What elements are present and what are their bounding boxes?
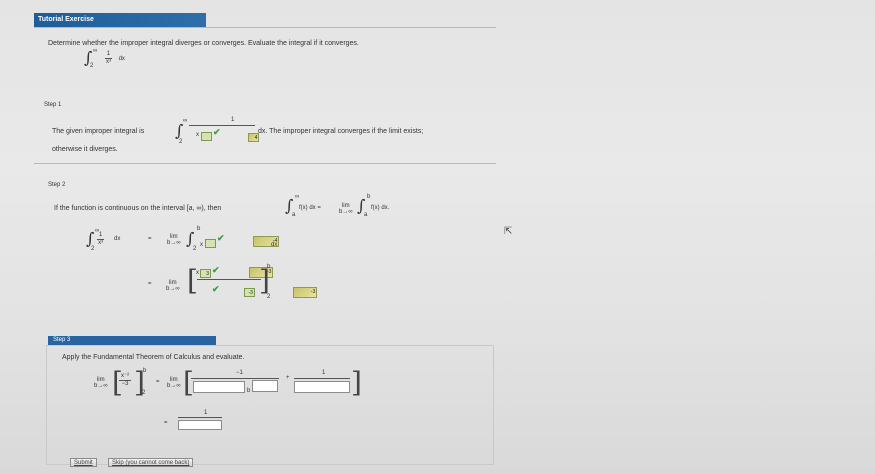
exercise-title-bar: Tutorial Exercise — [34, 13, 206, 27]
check-icon: ✔ — [212, 284, 220, 294]
step1-text-before: The given improper integral is — [52, 128, 145, 135]
final-answer-input[interactable] — [178, 420, 222, 430]
fraction-bar — [197, 279, 261, 280]
denominator-input-3[interactable] — [294, 381, 350, 393]
title-divider — [34, 27, 496, 28]
denominator-input-2[interactable] — [252, 380, 278, 392]
step1-text-line2: otherwise it diverges. — [52, 146, 118, 153]
step2-row1: ∫ ∞ 2 1 x³ dx = lim b→∞ ∫ b 2 x ✔ -4 dx — [86, 226, 280, 252]
check-icon: ✔ — [217, 233, 225, 243]
step2-definition: ∫ ∞ a f(x) dx = lim b→∞ ∫ b a f(x) dx. — [285, 194, 390, 218]
step1-integral: ∫ ∞ 2 1 x ✔ 4 — [175, 117, 260, 145]
step3-tab: Step 3 — [48, 336, 216, 345]
top-left-box[interactable]: 3 — [200, 269, 211, 279]
question-prompt: Determine whether the improper integral … — [48, 40, 359, 47]
exercise-title: Tutorial Exercise — [38, 16, 94, 23]
right-bracket: ] — [259, 264, 270, 297]
step3-instruction: Apply the Fundamental Theorem of Calculu… — [62, 354, 245, 361]
step3-final: = 1 — [164, 410, 234, 430]
fraction-bar — [178, 417, 222, 418]
integral-sign: ∫ — [175, 121, 184, 140]
step1-text-after: dx. The improper integral converges if t… — [258, 128, 424, 135]
bottom-right-box[interactable]: -3 — [293, 287, 318, 299]
fraction-bar — [191, 378, 279, 379]
step1-divider — [34, 163, 496, 164]
denominator-input-1[interactable] — [193, 381, 245, 393]
step2-label: Step 2 — [48, 182, 66, 188]
mouse-cursor-icon: ⇱ — [504, 226, 513, 237]
prompt-integral: ∫ ∞ 2 1 x³ dx — [84, 48, 125, 69]
step3-panel — [46, 345, 494, 465]
step3-row1: lim b→∞ [ x⁻² −3 ] b 2 = lim b→∞ [ −1 b + … — [94, 366, 362, 399]
integral-upper: ∞ — [93, 48, 98, 54]
check-icon: ✔ — [213, 127, 221, 137]
submit-button[interactable]: Submit — [70, 458, 97, 467]
step1-label: Step 1 — [44, 102, 62, 108]
integral-dx: dx — [118, 55, 125, 62]
exponent-box[interactable] — [205, 239, 216, 249]
step2-row2: = lim b→∞ [ x 3 ✔ -3 -3 ✔ -3 ] b 2 — [148, 264, 318, 300]
check-icon: ✔ — [212, 265, 220, 275]
skip-button[interactable]: Skip (you cannot come back) — [108, 458, 194, 467]
fraction-bar — [294, 378, 350, 379]
integral-lower: 2 — [90, 63, 94, 69]
integrand-fraction: 1 x³ — [104, 51, 113, 66]
base-answer-box[interactable] — [201, 132, 212, 142]
fraction-bar — [189, 125, 255, 126]
step2-text-before: If the function is continuous on the int… — [54, 205, 222, 212]
bottom-left-box[interactable]: -3 — [243, 288, 255, 298]
